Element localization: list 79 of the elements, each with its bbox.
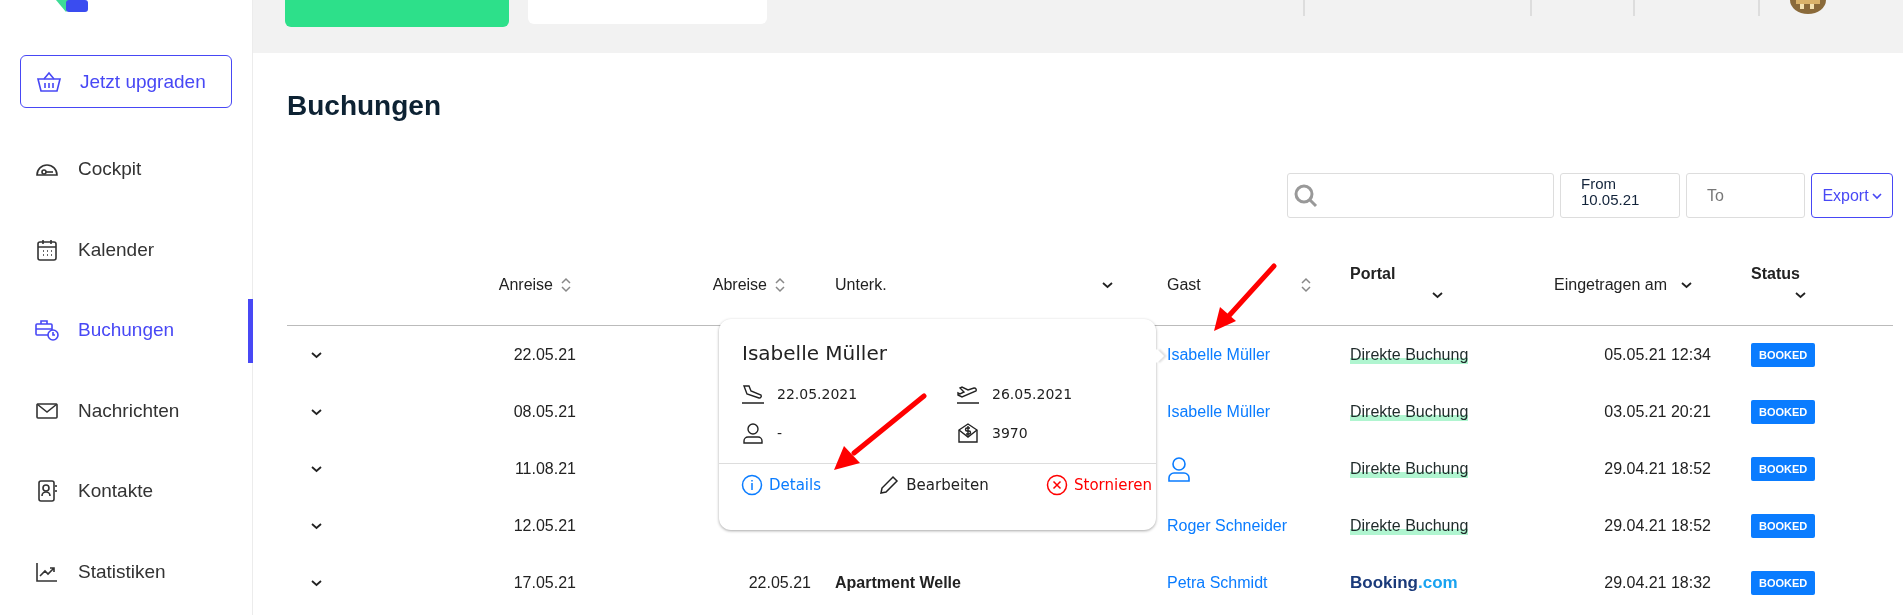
table-cell: 03.05.21 20:21 <box>1604 402 1711 421</box>
sidebar-item[interactable]: Kalender <box>0 209 252 290</box>
caret-icon <box>1871 191 1882 200</box>
sidebar-item[interactable]: Statistiken <box>0 531 252 612</box>
table-cell: 12.05.21 <box>513 516 576 535</box>
column-header[interactable]: Gast <box>1141 245 1341 325</box>
guest-count: - <box>777 425 783 441</box>
table-cell: 29.04.21 18:52 <box>1604 459 1711 478</box>
table-cell: 22.05.21 <box>513 345 576 364</box>
money-envelope-icon <box>956 421 980 445</box>
date-to-field[interactable]: To <box>1686 173 1805 218</box>
column-header[interactable]: Abreise <box>576 245 811 325</box>
details-button[interactable]: Details <box>741 474 821 496</box>
briefcase-clock-icon <box>34 318 60 343</box>
status-badge: BOOKED <box>1751 570 1816 595</box>
expand-icon[interactable] <box>311 521 322 530</box>
column-header[interactable]: Portal <box>1341 245 1521 325</box>
departure-date: 26.05.2021 <box>992 386 1073 402</box>
status-badge: BOOKED <box>1751 342 1816 367</box>
plane-takeoff-icon <box>956 383 980 405</box>
table-cell: 05.05.21 12:34 <box>1604 345 1711 364</box>
pencil-icon <box>878 474 901 496</box>
sidebar-item[interactable]: Kontakte <box>0 451 252 532</box>
sidebar-item[interactable]: Nachrichten <box>0 370 252 451</box>
status-badge: BOOKED <box>1751 513 1816 538</box>
table-cell: 29.04.21 18:32 <box>1604 573 1711 592</box>
sort-icon <box>561 277 571 293</box>
guest-link[interactable]: Isabelle Müller <box>1167 402 1271 421</box>
expand-icon[interactable] <box>311 464 322 473</box>
search-field[interactable] <box>1287 173 1554 218</box>
info-icon <box>741 474 763 496</box>
cancel-button[interactable]: Stornieren <box>1046 474 1152 496</box>
close-icon <box>1046 474 1069 496</box>
table-cell: 29.04.21 18:52 <box>1604 516 1711 535</box>
annotation-arrow <box>1212 263 1278 333</box>
expand-icon[interactable] <box>311 350 322 359</box>
guest-link[interactable]: Isabelle Müller <box>1167 345 1271 364</box>
caret-icon <box>1680 281 1692 289</box>
upgrade-button[interactable]: Jetzt upgraden <box>20 55 232 108</box>
page-title: Buchungen <box>287 90 442 122</box>
person-icon[interactable] <box>1167 455 1191 482</box>
caret-icon <box>1795 291 1806 299</box>
price: 3970 <box>992 425 1028 441</box>
column-header[interactable]: Eingetragen am <box>1521 245 1726 325</box>
arrival-date: 22.05.2021 <box>777 386 858 402</box>
table-cell: 22.05.21 <box>748 573 811 592</box>
sort-icon <box>1301 277 1311 293</box>
column-header[interactable]: Unterk. <box>811 245 1141 325</box>
expand-icon[interactable] <box>311 578 322 587</box>
guest-link[interactable]: Petra Schmidt <box>1167 573 1268 592</box>
sort-icon <box>775 277 785 293</box>
sidebar-item[interactable]: Buchungen <box>0 290 252 371</box>
sidebar-item[interactable]: Cockpit <box>0 129 252 210</box>
person-icon <box>741 421 765 445</box>
column-header[interactable]: Anreise <box>346 245 576 325</box>
table-cell: 17.05.21 <box>513 573 576 592</box>
table-cell: Apartment Welle <box>835 573 961 592</box>
popover-title: Isabelle Müller <box>741 340 888 365</box>
search-icon <box>1293 182 1319 209</box>
portal-label: Direkte Buchung <box>1350 459 1469 478</box>
portal-label: Direkte Buchung <box>1350 402 1469 421</box>
export-button[interactable]: Export <box>1811 173 1893 218</box>
column-header[interactable]: Status <box>1726 245 1893 325</box>
plane-landing-icon <box>741 383 765 405</box>
basket-icon <box>36 70 62 93</box>
expand-icon[interactable] <box>311 407 322 416</box>
booking-logo: Booking.com <box>1350 572 1458 593</box>
guest-link[interactable]: Roger Schneider <box>1167 516 1288 535</box>
calendar-icon <box>34 237 60 262</box>
caret-icon <box>1102 281 1113 289</box>
table-cell: 08.05.21 <box>513 402 576 421</box>
date-from-field[interactable]: From 10.05.21 <box>1560 173 1680 218</box>
portal-label: Direkte Buchung <box>1350 345 1469 364</box>
status-badge: BOOKED <box>1751 456 1816 481</box>
status-badge: BOOKED <box>1751 399 1816 424</box>
portal-label: Direkte Buchung <box>1350 516 1469 535</box>
table-cell: 11.08.21 <box>514 459 576 478</box>
caret-icon <box>1432 291 1443 299</box>
edit-button[interactable]: Bearbeiten <box>878 474 989 496</box>
